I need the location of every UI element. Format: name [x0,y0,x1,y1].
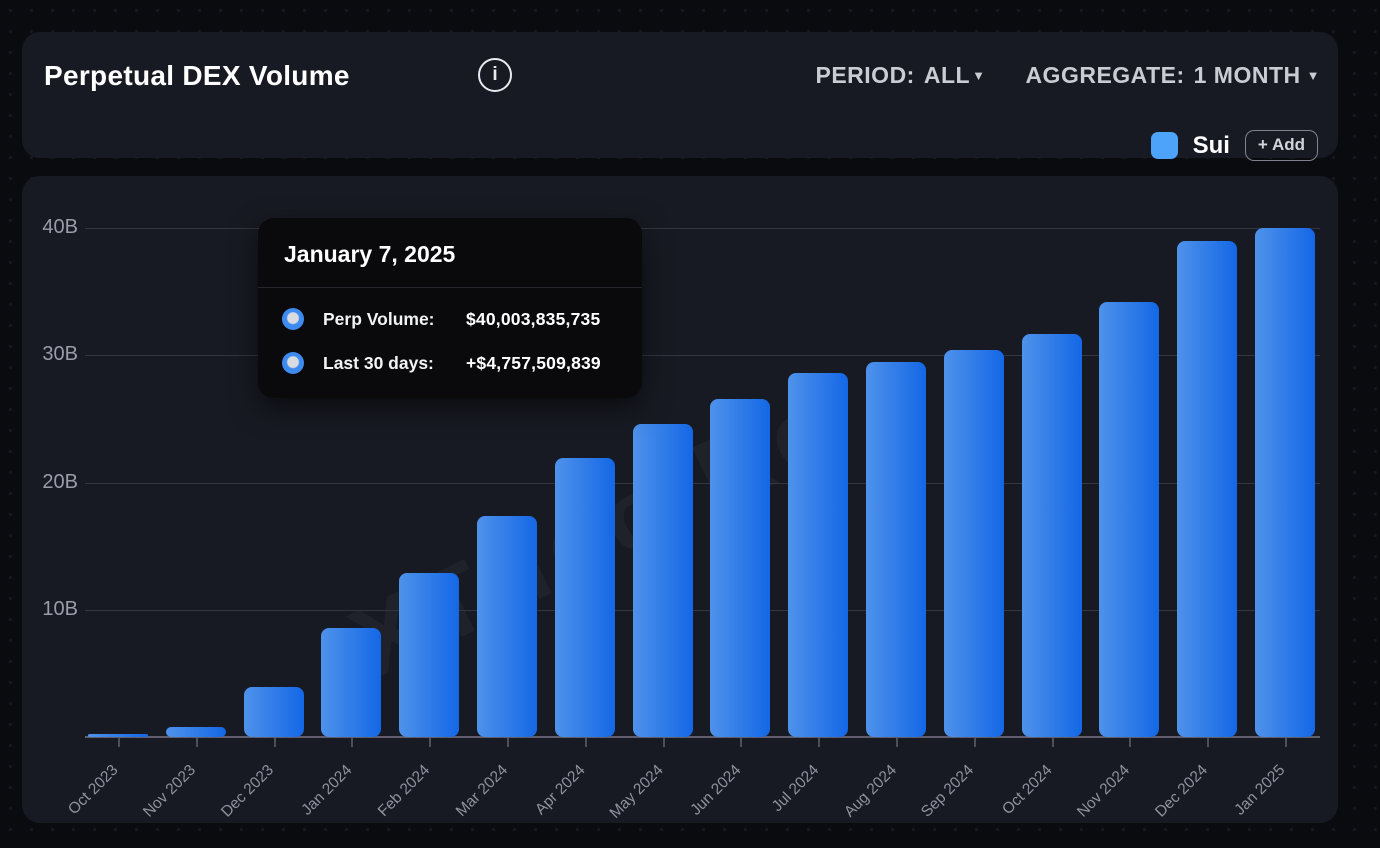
chart-bar-feb-2024[interactable] [399,573,459,737]
chart-bar-nov-2023[interactable] [166,727,226,737]
x-axis-label: Jan 2024 [298,762,356,820]
axis-tick [429,738,431,747]
chart-bar-aug-2024[interactable] [866,362,926,737]
x-axis-label: Nov 2023 [141,762,201,822]
axis-tick [1052,738,1054,747]
info-icon[interactable]: i [478,58,512,92]
x-axis-label: Sep 2024 [919,762,979,822]
x-axis-label: Nov 2024 [1074,762,1134,822]
series-bullet-icon [282,352,304,374]
tooltip-body: Perp Volume: $40,003,835,735 Last 30 day… [258,288,642,398]
axis-tick [507,738,509,747]
legend-row: Sui + Add [1151,130,1318,161]
chevron-down-icon: ▼ [1307,68,1320,83]
tooltip-row-value: $40,003,835,735 [466,309,600,330]
chart-bar-dec-2023[interactable] [244,687,304,737]
x-axis-label: Jul 2024 [768,762,822,816]
y-axis-label: 10B [22,598,78,621]
chart-controls: PERIOD: ALL ▼ AGGREGATE: 1 MONTH ▼ [816,62,1321,89]
perp-dex-volume-page: Perpetual DEX Volume i PERIOD: ALL ▼ AGG… [0,0,1380,848]
axis-tick [351,738,353,747]
chart-bar-jan-2025[interactable] [1255,228,1315,737]
chart-bar-sep-2024[interactable] [944,350,1004,737]
x-axis-label: Jan 2025 [1232,762,1290,820]
chart-bar-oct-2023[interactable] [88,734,148,737]
axis-tick [1207,738,1209,747]
axis-tick [196,738,198,747]
x-axis-label: Mar 2024 [452,762,511,821]
tooltip-date: January 7, 2025 [258,218,642,287]
x-axis-label: Aug 2024 [841,762,901,822]
aggregate-dropdown[interactable]: AGGREGATE: 1 MONTH ▼ [1025,62,1320,89]
axis-tick [740,738,742,747]
chart-bar-apr-2024[interactable] [555,458,615,737]
aggregate-label: AGGREGATE: [1025,62,1184,89]
x-axis-label: Feb 2024 [375,762,434,821]
y-axis-label: 30B [22,343,78,366]
axis-tick [1129,738,1131,747]
tooltip-row-label: Perp Volume: [323,309,456,330]
y-axis-label: 20B [22,471,78,494]
chart-bar-mar-2024[interactable] [477,516,537,737]
legend-swatch[interactable] [1151,132,1178,159]
chart-bar-nov-2024[interactable] [1099,302,1159,737]
x-axis-label: Oct 2024 [999,762,1056,819]
chart-bar-jul-2024[interactable] [788,373,848,737]
x-axis-label: Jun 2024 [687,762,745,820]
x-axis-label: Oct 2023 [65,762,122,819]
x-axis-label: Dec 2024 [1152,762,1212,822]
page-title: Perpetual DEX Volume [44,60,350,92]
series-bullet-icon [282,308,304,330]
x-axis-label: Dec 2023 [218,762,278,822]
axis-tick [663,738,665,747]
y-axis-label: 40B [22,216,78,239]
chart-panel: XTdeo Ro January 7, 2025 Perp Volume: $4… [22,176,1338,823]
chevron-down-icon: ▼ [972,68,985,83]
axis-tick [974,738,976,747]
axis-tick [274,738,276,747]
chart-bar-jun-2024[interactable] [710,399,770,737]
axis-tick [1285,738,1287,747]
add-series-button[interactable]: + Add [1245,130,1318,161]
period-value: ALL [924,62,970,89]
axis-tick [118,738,120,747]
chart-bar-dec-2024[interactable] [1177,241,1237,737]
chart-tooltip: January 7, 2025 Perp Volume: $40,003,835… [258,218,642,398]
period-label: PERIOD: [816,62,915,89]
tooltip-row-perp-volume: Perp Volume: $40,003,835,735 [282,308,618,330]
tooltip-row-last-30-days: Last 30 days: +$4,757,509,839 [282,352,618,374]
chart-bar-oct-2024[interactable] [1022,334,1082,737]
aggregate-value: 1 MONTH [1194,62,1301,89]
axis-tick [818,738,820,747]
axis-tick [585,738,587,747]
x-axis-label: May 2024 [606,762,667,823]
x-axis-label: Apr 2024 [532,762,589,819]
period-dropdown[interactable]: PERIOD: ALL ▼ [816,62,986,89]
chart-header-panel: Perpetual DEX Volume i PERIOD: ALL ▼ AGG… [22,32,1338,158]
chart-bar-may-2024[interactable] [633,424,693,737]
chart-bar-jan-2024[interactable] [321,628,381,737]
axis-tick [896,738,898,747]
tooltip-row-label: Last 30 days: [323,353,456,374]
legend-series-name: Sui [1193,132,1230,160]
tooltip-row-value: +$4,757,509,839 [466,353,601,374]
